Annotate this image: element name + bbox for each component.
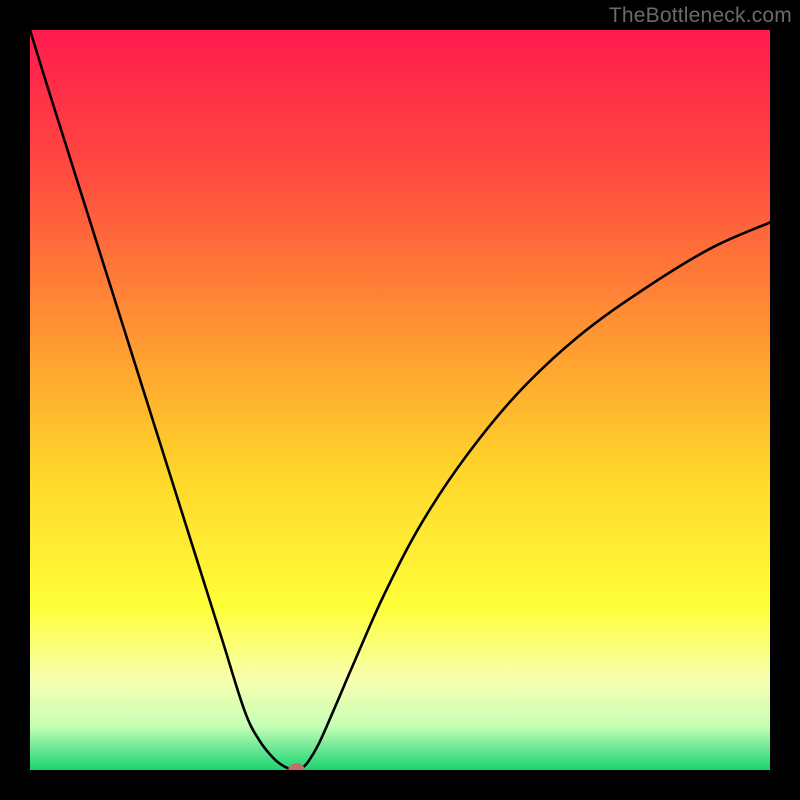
chart-container: TheBottleneck.com [0,0,800,800]
plot-area [30,30,770,770]
watermark-text: TheBottleneck.com [609,4,792,28]
chart-background [30,30,770,770]
chart-svg [30,30,770,770]
